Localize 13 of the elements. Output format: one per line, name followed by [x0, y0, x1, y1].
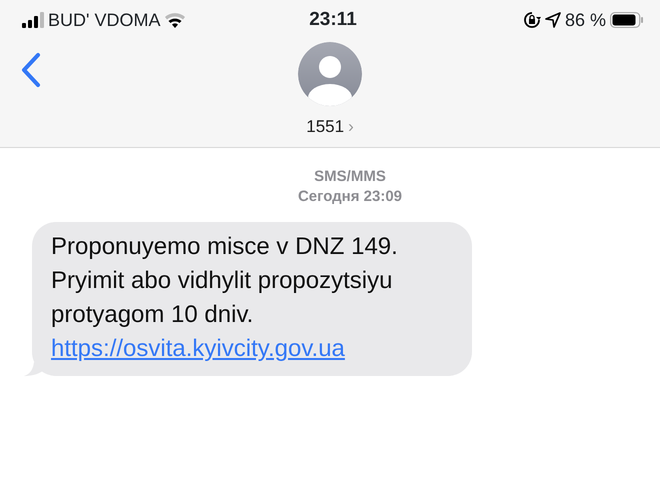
signal-icon: [22, 12, 44, 28]
message-service: SMS/MMS: [313, 167, 387, 186]
battery-percent: 86 %: [564, 8, 606, 32]
clock-time: 23:11: [309, 8, 357, 32]
location-arrow-icon: [544, 12, 561, 28]
contact-name[interactable]: 1551 ›: [306, 114, 354, 140]
message-text: Proponuyemo misce v DNZ 149. Pryimit abo vidhylit propozytsiyu protyagom 10 dniv.: [51, 233, 398, 328]
carrier-name: BUD' VDOMA: [48, 8, 160, 32]
message-timestamp: Сегодня 23:09: [296, 186, 404, 206]
wifi-icon: [164, 12, 186, 28]
avatar-icon: [298, 42, 362, 106]
rotation-lock-icon: [522, 11, 541, 29]
battery-icon: [610, 12, 644, 28]
